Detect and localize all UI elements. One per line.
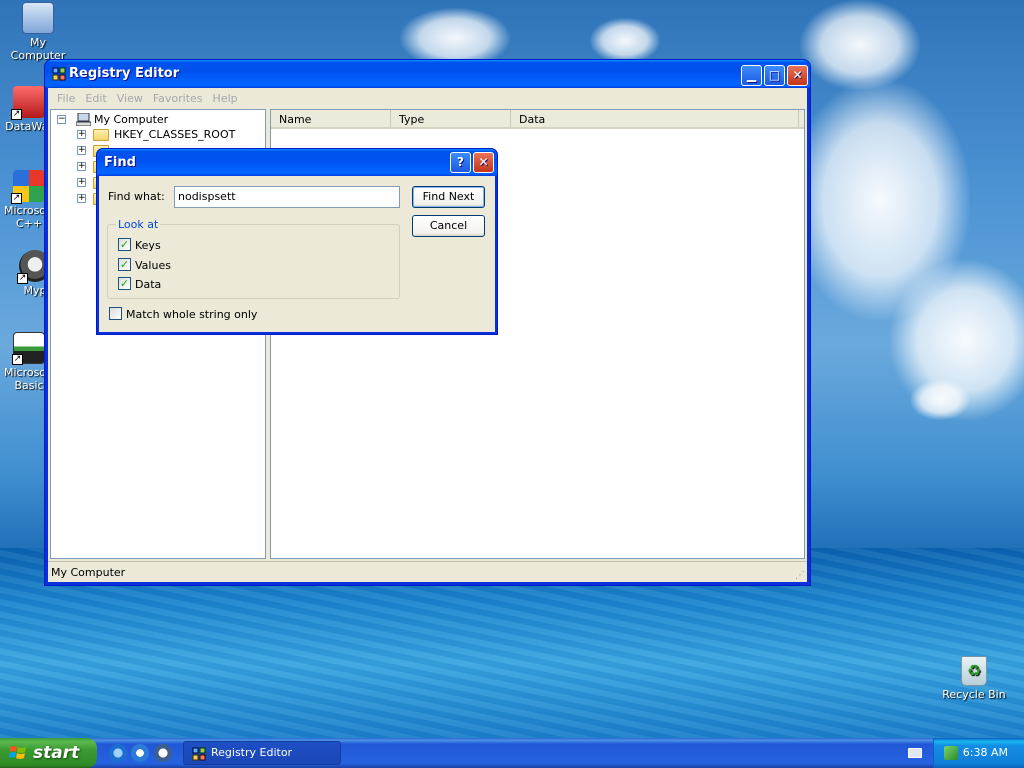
registry-editor-icon bbox=[52, 67, 66, 81]
shortcut-arrow-icon: ↗ bbox=[11, 109, 22, 120]
desktop-icon-label: Recycle Bin bbox=[942, 688, 1006, 701]
column-header-name[interactable]: Name bbox=[271, 110, 391, 127]
media-player-icon[interactable] bbox=[154, 744, 172, 762]
start-button[interactable]: start bbox=[0, 738, 97, 768]
values-checkbox[interactable]: ✓ bbox=[118, 258, 131, 271]
close-icon: ✕ bbox=[792, 68, 803, 82]
collapse-icon[interactable]: − bbox=[57, 115, 66, 124]
maximize-icon: □ bbox=[768, 68, 781, 82]
menu-bar: File Edit View Favorites Help bbox=[48, 88, 807, 108]
dialog-title: Find bbox=[104, 155, 136, 170]
desktop-icon-my-computer[interactable]: My Computer bbox=[1, 2, 75, 62]
menu-help[interactable]: Help bbox=[208, 92, 243, 105]
dialog-body: Find what: nodispsett Find Next Cancel L… bbox=[99, 176, 495, 332]
shortcut-arrow-icon: ↗ bbox=[12, 354, 23, 365]
checkmark-icon: ✓ bbox=[119, 238, 130, 251]
visual-basic-icon: ↗ bbox=[12, 332, 45, 365]
data-checkbox[interactable]: ✓ bbox=[118, 277, 131, 290]
expand-icon[interactable]: + bbox=[77, 178, 86, 187]
close-button[interactable]: ✕ bbox=[787, 65, 808, 86]
computer-icon bbox=[22, 2, 54, 34]
resize-grip-icon[interactable]: ⋰ bbox=[795, 571, 805, 581]
look-at-label: Look at bbox=[116, 218, 161, 231]
find-dialog[interactable]: Find ? ✕ Find what: nodispsett Find Next… bbox=[96, 148, 498, 335]
shortcut-arrow-icon: ↗ bbox=[17, 273, 28, 284]
taskbar-button-registry-editor[interactable]: Registry Editor bbox=[183, 741, 341, 765]
application-icon: ↗ bbox=[11, 86, 45, 120]
menu-view[interactable]: View bbox=[112, 92, 148, 105]
clock[interactable]: 6:38 AM bbox=[963, 746, 1008, 759]
dialog-close-button[interactable]: ✕ bbox=[473, 152, 494, 173]
network-icon[interactable] bbox=[944, 746, 958, 760]
system-tray: 6:38 AM bbox=[933, 738, 1024, 768]
minimize-icon: ▁ bbox=[746, 68, 757, 82]
keys-checkbox[interactable]: ✓ bbox=[118, 238, 131, 251]
checkmark-icon: ✓ bbox=[119, 258, 130, 271]
shortcut-arrow-icon: ↗ bbox=[11, 193, 22, 204]
checkmark-icon: ✓ bbox=[119, 277, 130, 290]
help-button[interactable]: ? bbox=[450, 152, 471, 173]
window-titlebar[interactable]: Registry Editor ▁ □ ✕ bbox=[45, 60, 810, 88]
keyboard-icon[interactable] bbox=[908, 748, 922, 758]
minimize-button[interactable]: ▁ bbox=[741, 65, 762, 86]
registry-editor-icon bbox=[192, 747, 206, 761]
visual-cpp-icon: ↗ bbox=[11, 170, 45, 204]
window-title: Registry Editor bbox=[69, 66, 180, 81]
computer-icon bbox=[76, 113, 91, 126]
dialog-titlebar[interactable]: Find ? ✕ bbox=[97, 149, 497, 176]
outlook-express-icon[interactable] bbox=[131, 744, 149, 762]
desktop-icon-recycle-bin[interactable]: ♻ Recycle Bin bbox=[937, 656, 1011, 701]
match-whole-checkbox[interactable] bbox=[109, 307, 122, 320]
status-bar: My Computer ⋰ bbox=[48, 561, 807, 582]
tree-label: HKEY_CLASSES_ROOT bbox=[114, 128, 236, 141]
find-next-button[interactable]: Find Next bbox=[412, 186, 485, 208]
find-what-input[interactable]: nodispsett bbox=[174, 186, 400, 208]
values-label[interactable]: Values bbox=[135, 259, 171, 272]
taskbar-button-label: Registry Editor bbox=[211, 746, 293, 759]
menu-edit[interactable]: Edit bbox=[80, 92, 111, 105]
start-label: start bbox=[33, 743, 80, 763]
help-icon: ? bbox=[457, 155, 464, 169]
expand-icon[interactable]: + bbox=[77, 162, 86, 171]
column-header-type[interactable]: Type bbox=[391, 110, 511, 127]
cancel-button[interactable]: Cancel bbox=[412, 215, 485, 237]
folder-icon bbox=[93, 129, 109, 141]
expand-icon[interactable]: + bbox=[77, 194, 86, 203]
menu-favorites[interactable]: Favorites bbox=[148, 92, 208, 105]
menu-file[interactable]: File bbox=[52, 92, 80, 105]
status-text: My Computer bbox=[51, 566, 126, 579]
expand-icon[interactable]: + bbox=[77, 146, 86, 155]
recycle-bin-icon: ♻ bbox=[961, 656, 987, 686]
maximize-button[interactable]: □ bbox=[764, 65, 785, 86]
tree-label: My Computer bbox=[94, 113, 169, 126]
list-column-headers: Name Type Data bbox=[271, 110, 804, 129]
internet-explorer-icon[interactable] bbox=[109, 744, 127, 762]
data-label[interactable]: Data bbox=[135, 278, 161, 291]
expand-icon[interactable]: + bbox=[77, 130, 86, 139]
column-header-data[interactable]: Data bbox=[511, 110, 799, 127]
match-whole-label[interactable]: Match whole string only bbox=[126, 308, 257, 321]
close-icon: ✕ bbox=[478, 155, 489, 169]
taskbar: start Registry Editor 6:38 AM bbox=[0, 738, 1024, 768]
keys-label[interactable]: Keys bbox=[135, 239, 161, 252]
windows-logo-icon bbox=[9, 746, 26, 759]
find-what-label: Find what: bbox=[108, 190, 165, 203]
